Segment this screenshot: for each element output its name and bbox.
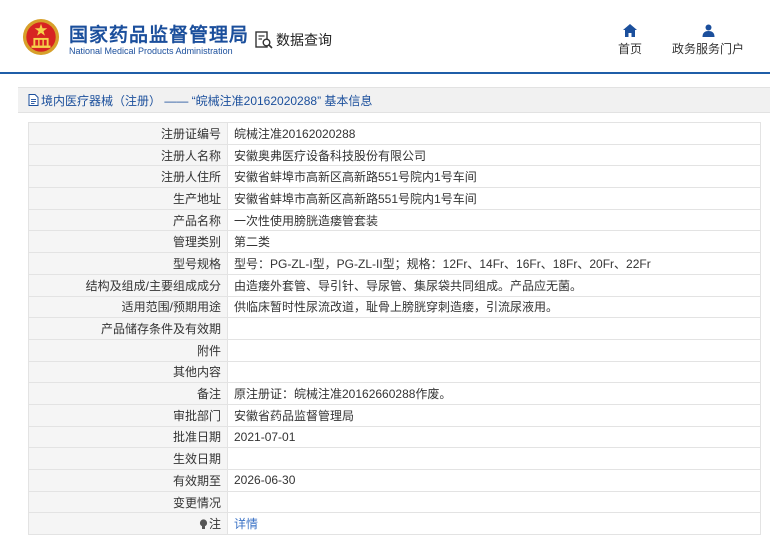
nav-services-label: 政务服务门户 [671, 42, 744, 56]
note-label-cell: 注 [28, 512, 228, 536]
field-label: 注册人住所 [28, 165, 228, 189]
field-label: 适用范围/预期用途 [28, 295, 228, 319]
document-icon [28, 94, 39, 106]
table-row: 附件 [28, 338, 761, 362]
field-label: 备注 [28, 382, 228, 405]
field-value: 2026-06-30 [227, 469, 761, 492]
field-value: 安徽奥弗医疗设备科技股份有限公司 [227, 143, 761, 167]
field-label: 审批部门 [28, 403, 228, 427]
field-value: 安徽省药品监督管理局 [227, 403, 761, 427]
field-label: 管理类别 [28, 230, 228, 254]
table-row: 有效期至 2026-06-30 [28, 469, 761, 492]
national-emblem-logo[interactable] [22, 18, 60, 56]
field-value [227, 447, 761, 470]
table-row: 注册人住所 安徽省蚌埠市高新区高新路551号院内1号车间 [28, 165, 761, 189]
field-label: 型号规格 [28, 252, 228, 275]
table-row: 注册证编号 皖械注准20162020288 [28, 122, 761, 145]
home-icon [623, 24, 637, 37]
site-header: 国家药品监督管理局 National Medical Products Admi… [0, 0, 770, 74]
data-query-link[interactable]: 数据查询 [254, 30, 332, 50]
field-label: 结构及组成/主要组成成分 [28, 273, 228, 297]
page-title-bar: 境内医疗器械（注册） —— “皖械注准20162020288” 基本信息 [18, 87, 770, 113]
field-value: 皖械注准20162020288 [227, 122, 761, 145]
table-row: 变更情况 [28, 490, 761, 514]
table-row: 备注 原注册证：皖械注准20162660288作废。 [28, 382, 761, 405]
table-row: 适用范围/预期用途 供临床暂时性尿流改道，耻骨上膀胱穿刺造瘘，引流尿液用。 [28, 295, 761, 319]
table-row: 生效日期 [28, 447, 761, 470]
field-value: 2021-07-01 [227, 425, 761, 449]
table-row: 产品名称 一次性使用膀胱造瘘管套装 [28, 208, 761, 232]
note-value-cell: 详情 [227, 512, 761, 536]
nav-services-portal[interactable]: 政务服务门户 [666, 24, 750, 57]
field-value [227, 317, 761, 340]
field-label: 产品名称 [28, 208, 228, 232]
table-row: 型号规格 型号：PG-ZL-I型，PG-ZL-II型；规格：12Fr、14Fr、1… [28, 252, 761, 275]
field-label: 产品储存条件及有效期 [28, 317, 228, 340]
field-label: 有效期至 [28, 469, 228, 492]
table-row: 生产地址 安徽省蚌埠市高新区高新路551号院内1号车间 [28, 187, 761, 210]
field-label: 生产地址 [28, 187, 228, 210]
query-search-icon [255, 31, 273, 49]
field-value [227, 490, 761, 514]
query-label: 数据查询 [276, 32, 332, 48]
note-label: 注 [208, 517, 221, 532]
table-row: 注册人名称 安徽奥弗医疗设备科技股份有限公司 [28, 143, 761, 167]
registration-info-table: 注册证编号 皖械注准20162020288 注册人名称 安徽奥弗医疗设备科技股份有限公… [28, 122, 761, 536]
field-value: 安徽省蚌埠市高新区高新路551号院内1号车间 [227, 165, 761, 189]
field-value: 一次性使用膀胱造瘘管套装 [227, 208, 761, 232]
table-row: 审批部门 安徽省药品监督管理局 [28, 403, 761, 427]
field-label: 注册人名称 [28, 143, 228, 167]
field-label: 生效日期 [28, 447, 228, 470]
field-label: 注册证编号 [28, 122, 228, 145]
field-value: 第二类 [227, 230, 761, 254]
brand-name-cn[interactable]: 国家药品监督管理局 [69, 20, 249, 47]
field-label: 变更情况 [28, 490, 228, 514]
field-value: 供临床暂时性尿流改道，耻骨上膀胱穿刺造瘘，引流尿液用。 [227, 295, 761, 319]
page-title: 境内医疗器械（注册） —— “皖械注准20162020288” 基本信息 [41, 93, 373, 108]
nav-home[interactable]: 首页 [615, 24, 645, 57]
table-row: 其他内容 [28, 360, 761, 384]
nav-home-label: 首页 [617, 42, 642, 56]
table-row: 产品储存条件及有效期 [28, 317, 761, 340]
user-icon [702, 24, 714, 37]
table-row: 批准日期 2021-07-01 [28, 425, 761, 449]
note-row: 注详情 [28, 512, 761, 536]
details-link[interactable]: 详情 [234, 517, 258, 531]
table-row: 管理类别 第二类 [28, 230, 761, 254]
field-value [227, 338, 761, 362]
lightbulb-icon [199, 519, 208, 530]
field-value: 由造瘘外套管、导引针、导尿管、集尿袋共同组成。产品应无菌。 [227, 273, 761, 297]
field-label: 其他内容 [28, 360, 228, 384]
table-row: 结构及组成/主要组成成分 由造瘘外套管、导引针、导尿管、集尿袋共同组成。产品应无菌… [28, 273, 761, 297]
field-value [227, 360, 761, 384]
field-value: 原注册证：皖械注准20162660288作废。 [227, 382, 761, 405]
field-label: 批准日期 [28, 425, 228, 449]
brand-name-en[interactable]: National Medical Products Administration [69, 46, 233, 56]
field-label: 附件 [28, 338, 228, 362]
field-value: 型号：PG-ZL-I型，PG-ZL-II型；规格：12Fr、14Fr、16Fr、… [227, 252, 761, 275]
field-value: 安徽省蚌埠市高新区高新路551号院内1号车间 [227, 187, 761, 210]
